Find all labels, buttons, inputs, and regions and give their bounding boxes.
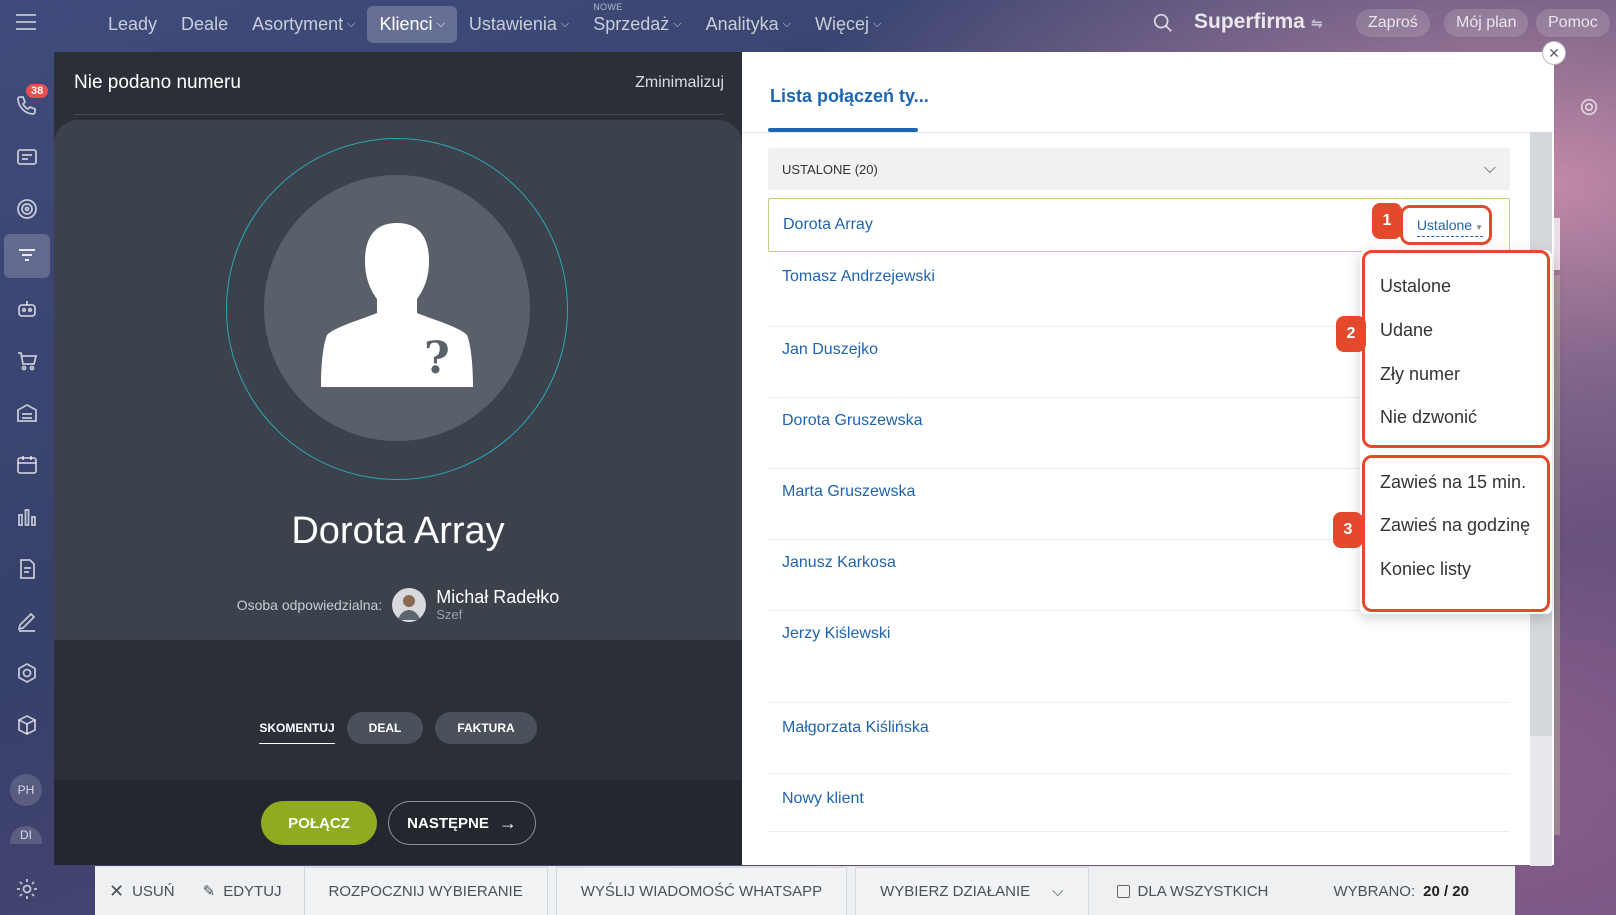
annotation-marker: 2	[1336, 316, 1366, 352]
checkbox-icon	[1116, 884, 1130, 898]
tab-comment[interactable]: SKOMENTUJ	[259, 713, 335, 744]
bottom-action-bar: ✕ USUŃ ✎ EDYTUJ ROZPOCZNIJ WYBIERANIE WYŚL…	[95, 866, 1515, 915]
for-all-checkbox[interactable]: DLA WSZYSTKICH	[1103, 867, 1283, 915]
search-icon[interactable]	[1152, 12, 1174, 34]
group-header[interactable]: USTALONE (20) ⌵	[768, 148, 1510, 190]
chevron-down-icon: ⌵	[782, 18, 791, 31]
start-dialing-button[interactable]: ROZPOCZNIJ WYBIERANIE	[303, 866, 548, 915]
choose-action-select[interactable]: WYBIERZ DZIAŁANIE ⌵	[855, 866, 1089, 915]
gear-icon[interactable]	[12, 874, 42, 904]
tab-call-list[interactable]: Lista połączeń ty...	[770, 86, 929, 107]
minimize-button[interactable]: Zminimalizuj	[635, 74, 724, 94]
dialer-footer: POŁĄCZ NASTĘPNE →	[54, 780, 742, 865]
close-icon: ✕	[109, 880, 125, 901]
document-icon[interactable]	[12, 554, 42, 584]
contacts-card-icon[interactable]	[12, 142, 42, 172]
contact-name: Dorota Array	[291, 510, 505, 552]
svg-text:?: ?	[424, 333, 450, 384]
chevron-down-icon: ⌵	[1052, 883, 1064, 900]
robot-icon[interactable]	[12, 294, 42, 324]
top-navigation: Leady Deale Asortyment ⌵ Klienci ⌵ Ustawie…	[0, 0, 1616, 48]
divider	[742, 132, 1554, 133]
chevron-down-icon: ⌵	[673, 18, 682, 31]
dialer-panel: Nie podano numeru Zminimalizuj ? Dorota …	[54, 52, 742, 865]
list-item[interactable]: Nowy klient	[768, 774, 1510, 832]
chevron-down-icon: ⌵	[1483, 160, 1496, 177]
warehouse-icon[interactable]	[12, 398, 42, 428]
nav-item-leady[interactable]: Leady	[96, 6, 169, 43]
invite-button[interactable]: Zaproś	[1356, 9, 1430, 37]
unknown-person-icon: ?	[264, 175, 530, 441]
group-header-label: USTALONE (20)	[782, 161, 878, 177]
cart-icon[interactable]	[12, 346, 42, 376]
contact-card: ? Dorota Array Osoba odpowiedzialna: Mic…	[54, 120, 742, 640]
notifications-icon[interactable]: 38	[12, 84, 49, 120]
brand-name[interactable]: Superfirma ⇋	[1194, 10, 1323, 34]
my-plan-button[interactable]: Mój plan	[1444, 9, 1529, 37]
package-icon[interactable]	[12, 710, 42, 740]
chevron-down-icon: ⌵	[560, 18, 570, 31]
selected-count: WYBRANO: 20 / 20	[1333, 882, 1469, 900]
nav-item-wiecej[interactable]: Więcej ⌵	[803, 6, 893, 43]
calendar-icon[interactable]	[12, 450, 42, 480]
call-button[interactable]: POŁĄCZ	[261, 801, 377, 845]
deal-chip[interactable]: DEAL	[346, 712, 424, 744]
settings-toggle-icon: ⇋	[1310, 15, 1323, 31]
funnel-icon[interactable]	[4, 234, 50, 278]
chevron-down-icon: ⌵	[347, 18, 356, 31]
gear-icon[interactable]	[1578, 96, 1600, 118]
new-badge: NOWE	[593, 1, 623, 12]
help-button[interactable]: Pomoc	[1536, 9, 1610, 37]
edit-button[interactable]: ✎ EDYTUJ	[189, 867, 296, 915]
list-item[interactable]: Małgorzata Kiślińska	[768, 703, 1510, 774]
arrow-right-icon: →	[498, 812, 517, 833]
pencil-icon: ✎	[202, 883, 216, 900]
dialer-actions: SKOMENTUJ DEAL FAKTURA	[54, 712, 742, 744]
left-sidebar: 38 PH DI	[0, 48, 54, 915]
target-icon[interactable]	[12, 194, 42, 224]
delete-button[interactable]: ✕ USUŃ	[95, 867, 189, 915]
nav-item-asortyment[interactable]: Asortyment ⌵	[240, 6, 367, 43]
highlight-box	[1362, 250, 1550, 448]
nav-item-sprzedaz[interactable]: NOWE Sprzedaż ⌵	[581, 2, 693, 43]
annotation-marker: 3	[1333, 512, 1363, 548]
menu-icon[interactable]	[16, 14, 36, 30]
sign-icon[interactable]	[12, 606, 42, 636]
nav-item-deale[interactable]: Deale	[169, 6, 240, 43]
chevron-down-icon: ⌵	[873, 18, 882, 31]
send-whatsapp-button[interactable]: WYŚLIJ WIADOMOŚĆ WHATSAPP	[555, 866, 848, 915]
notification-count-badge: 38	[26, 84, 49, 98]
list-item[interactable]: Jerzy Kiślewski	[768, 611, 1510, 703]
dialer-title: Nie podano numeru	[74, 72, 241, 93]
annotation-marker: 1	[1372, 203, 1402, 239]
user-avatar[interactable]: DI	[10, 826, 42, 844]
highlight-box	[1362, 455, 1550, 612]
responsible-role: Szef	[436, 607, 463, 622]
user-avatar[interactable]: PH	[10, 774, 42, 806]
highlight-box	[1400, 205, 1492, 245]
divider	[74, 114, 724, 115]
invoice-chip[interactable]: FAKTURA	[435, 712, 537, 744]
nav-item-klienci[interactable]: Klienci ⌵	[367, 5, 457, 43]
nav-item-analityka[interactable]: Analityka ⌵	[694, 6, 803, 43]
responsible-name[interactable]: Michał Radełko	[436, 587, 559, 607]
responsible-label: Osoba odpowiedzialna:	[236, 596, 383, 613]
nav-item-ustawienia[interactable]: Ustawienia ⌵	[457, 6, 581, 43]
close-icon[interactable]: ✕	[1542, 41, 1566, 65]
analytics-icon[interactable]	[12, 502, 42, 532]
nav-menu: Leady Deale Asortyment ⌵ Klienci ⌵ Ustawie…	[96, 2, 893, 44]
avatar[interactable]	[392, 587, 427, 622]
responsible-person: Osoba odpowiedzialna: Michał Radełko Sze…	[54, 587, 742, 622]
chevron-down-icon: ⌵	[436, 18, 445, 31]
next-button[interactable]: NASTĘPNE →	[388, 801, 536, 845]
hexagon-icon[interactable]	[12, 658, 42, 688]
